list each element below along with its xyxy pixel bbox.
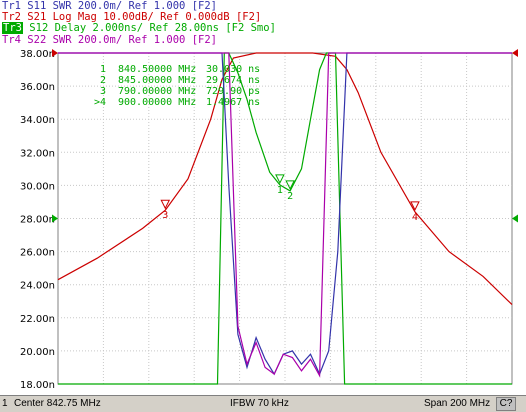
y-tick-label: 38.00n <box>20 49 55 60</box>
marker-row-value: 1.4967 ns <box>206 97 260 108</box>
mag-marker-3-label: 3 <box>162 210 168 221</box>
y-tick-label: 28.00n <box>20 215 55 226</box>
delay-marker-2-label: 2 <box>287 191 293 202</box>
vna-screen: Tr1 S11 SWR 200.0m/ Ref 1.000 [F2] Tr2 S… <box>0 0 526 412</box>
y-tick-label: 24.00n <box>20 281 55 292</box>
plot-area[interactable]: 38.00n 36.00n 34.00n 32.00n 30.00n 28.00n 26.0… <box>0 0 526 395</box>
marker-row-value: 729.90 ps <box>206 86 260 97</box>
ifbw-setting[interactable]: IFBW 70 kHz <box>230 398 289 410</box>
marker-row-value: 30.030 ns <box>206 64 260 75</box>
marker-row-value: 29.674 ns <box>206 75 260 86</box>
ref-level-arrow-right <box>512 214 518 223</box>
marker-row-num: 1 <box>100 64 106 75</box>
marker-table: 1 840.50000 MHz 30.030 ns 2 845.00000 MHz 29.… <box>94 64 260 108</box>
channel-number[interactable]: 1 <box>2 398 8 410</box>
delay-marker-1-label: 1 <box>277 185 283 196</box>
y-tick-label: 36.00n <box>20 82 55 93</box>
marker-row-freq: 840.50000 MHz <box>118 64 196 75</box>
center-frequency[interactable]: Center 842.75 MHz <box>14 398 101 410</box>
mag-marker-4-label: 4 <box>412 212 418 223</box>
y-tick-label: 18.00n <box>20 380 55 391</box>
marker-row-num: 3 <box>100 86 106 97</box>
marker-row-freq: 845.00000 MHz <box>118 75 196 86</box>
scale-arrow-right <box>512 49 518 57</box>
marker-row-num: >4 <box>94 97 106 108</box>
y-tick-label: 26.00n <box>20 248 55 259</box>
y-tick-label: 22.00n <box>20 314 55 325</box>
status-bar: 1 Center 842.75 MHz IFBW 70 kHz Span 200… <box>0 395 526 412</box>
marker-row-freq: 900.00000 MHz <box>118 97 196 108</box>
ref-level-arrow-left <box>52 214 58 223</box>
y-tick-label: 32.00n <box>20 148 55 159</box>
marker-row-freq: 790.00000 MHz <box>118 86 196 97</box>
correction-indicator[interactable]: C? <box>496 397 516 411</box>
marker-row-num: 2 <box>100 75 106 86</box>
y-tick-label: 30.00n <box>20 181 55 192</box>
y-tick-label: 20.00n <box>20 347 55 358</box>
y-tick-label: 34.00n <box>20 115 55 126</box>
y-axis-labels: 38.00n 36.00n 34.00n 32.00n 30.00n 28.00n 26.0… <box>20 49 55 391</box>
scale-arrow-left <box>52 49 58 57</box>
span-setting[interactable]: Span 200 MHz <box>424 398 490 410</box>
